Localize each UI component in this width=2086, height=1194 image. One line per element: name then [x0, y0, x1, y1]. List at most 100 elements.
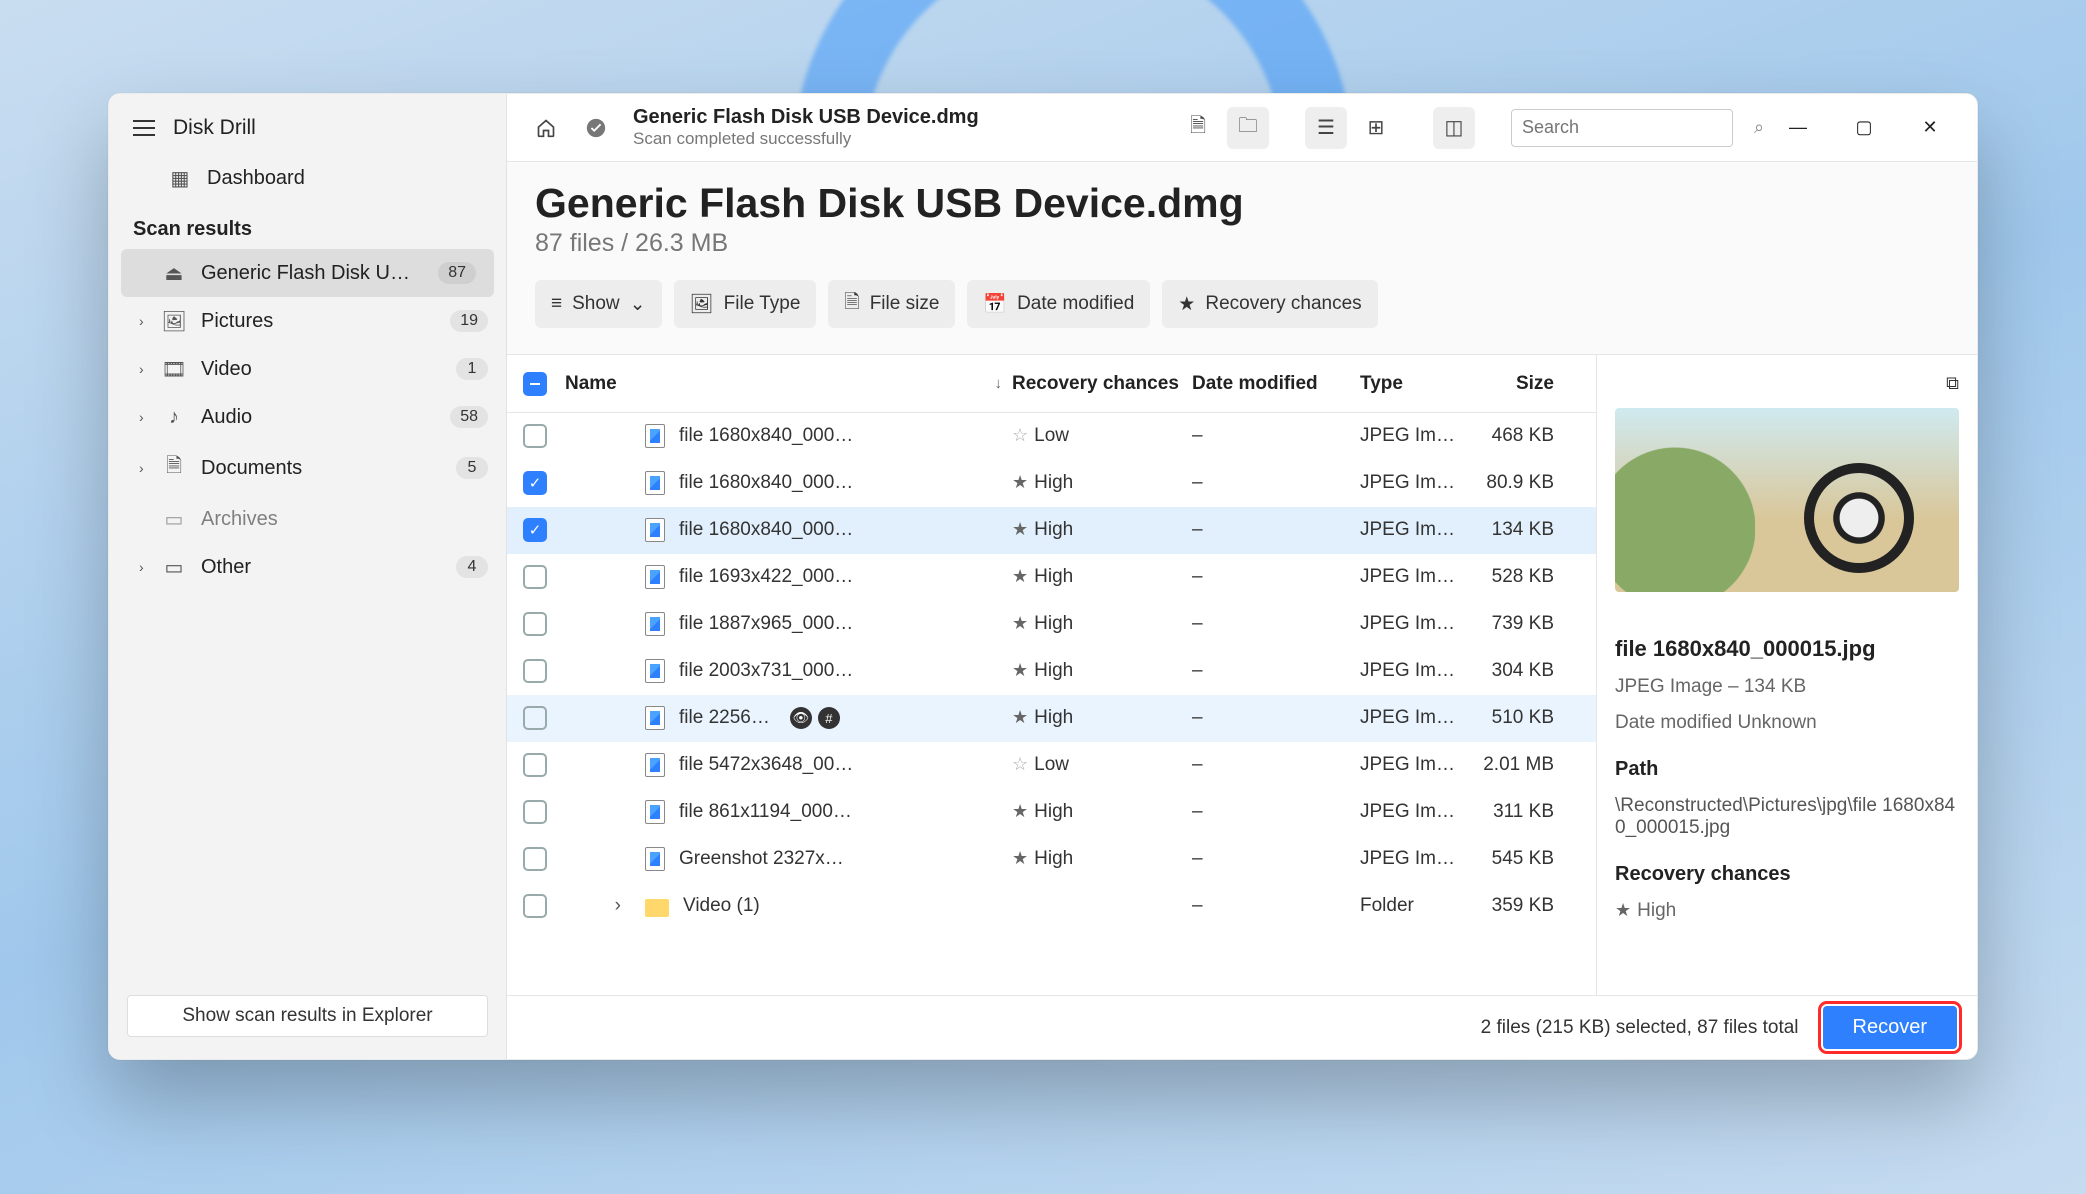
file-name: file 1680x840_000… [679, 519, 853, 541]
row-checkbox[interactable] [523, 612, 547, 636]
file-icon[interactable]: 🗎 [1177, 107, 1219, 149]
column-recovery[interactable]: Recovery chances [1012, 373, 1192, 395]
preview-meta: JPEG Image – 134 KB [1615, 676, 1959, 698]
menu-icon[interactable] [133, 120, 155, 136]
sidebar-item-audio[interactable]: ›♪Audio58 [109, 393, 506, 441]
sidebar-item-documents[interactable]: ›🗎Documents5 [109, 441, 506, 495]
home-icon[interactable] [525, 107, 567, 149]
row-checkbox[interactable] [523, 894, 547, 918]
filter-recovery-chances[interactable]: ★Recovery chances [1162, 280, 1377, 328]
size-cell: 510 KB [1470, 707, 1580, 729]
table-row[interactable]: file 1680x840_000…★High–JPEG Im…134 KB [507, 507, 1596, 554]
select-all-checkbox[interactable] [523, 372, 547, 396]
sidebar-item-label: Generic Flash Disk USB D… [201, 262, 422, 285]
date-cell: – [1192, 895, 1360, 917]
list-view-icon[interactable]: ☰ [1305, 107, 1347, 149]
star-icon: ★ [1012, 566, 1028, 586]
filter-file-size[interactable]: 🗎File size [828, 280, 955, 328]
sidebar-dashboard[interactable]: ▦ Dashboard [109, 154, 506, 202]
row-checkbox[interactable] [523, 471, 547, 495]
row-checkbox[interactable] [523, 424, 547, 448]
table-row[interactable]: file 2256…👁#★High–JPEG Im…510 KB [507, 695, 1596, 742]
sidebar-item-video[interactable]: ›🎞Video1 [109, 345, 506, 393]
file-name: Greenshot 2327x… [679, 848, 844, 870]
type-cell: JPEG Im… [1360, 519, 1470, 541]
star-icon: ★ [1012, 519, 1028, 539]
row-checkbox[interactable] [523, 706, 547, 730]
filter-file-type[interactable]: 🖼File Type [674, 280, 817, 328]
row-checkbox[interactable] [523, 659, 547, 683]
file-name: file 2256… [679, 707, 770, 729]
size-cell: 134 KB [1470, 519, 1580, 541]
row-checkbox[interactable] [523, 800, 547, 824]
file-name: Video (1) [683, 895, 760, 917]
file-table: Name ↓ Recovery chances Date modified Typ… [507, 355, 1597, 995]
sidebar-item-pictures[interactable]: ›🖼Pictures19 [109, 297, 506, 345]
table-row[interactable]: Greenshot 2327x…★High–JPEG Im…545 KB [507, 836, 1596, 883]
size-cell: 739 KB [1470, 613, 1580, 635]
row-checkbox[interactable] [523, 518, 547, 542]
search-input[interactable]: ⌕ [1511, 109, 1733, 147]
window-minimize[interactable]: — [1769, 109, 1827, 147]
preview-eye-icon[interactable]: 👁 [790, 707, 812, 729]
star-icon: ☆ [1012, 754, 1028, 774]
other-icon: ▭ [163, 555, 185, 580]
folder-icon[interactable]: 🗀 [1227, 107, 1269, 149]
size-cell: 2.01 MB [1470, 754, 1580, 776]
row-checkbox[interactable] [523, 753, 547, 777]
filter-date-modified[interactable]: 📅Date modified [967, 280, 1150, 328]
open-external-icon[interactable]: ⧉ [1946, 373, 1959, 394]
row-checkbox[interactable] [523, 847, 547, 871]
app-title: Disk Drill [173, 116, 256, 140]
chevron-right-icon[interactable]: › [615, 895, 621, 917]
sort-indicator-icon: ↓ [995, 375, 1013, 392]
column-name[interactable]: Name [565, 373, 617, 395]
table-row[interactable]: ›Video (1)–Folder359 KB [507, 883, 1596, 930]
grid-view-icon[interactable]: ⊞ [1355, 107, 1397, 149]
file-icon [645, 471, 665, 495]
sidebar-item-label: Documents [201, 457, 440, 480]
table-row[interactable]: file 861x1194_000…★High–JPEG Im…311 KB [507, 789, 1596, 836]
column-date[interactable]: Date modified [1192, 373, 1360, 395]
row-checkbox[interactable] [523, 565, 547, 589]
column-size[interactable]: Size [1470, 373, 1580, 395]
table-row[interactable]: file 1887x965_000…★High–JPEG Im…739 KB [507, 601, 1596, 648]
date-cell: – [1192, 754, 1360, 776]
table-row[interactable]: file 1680x840_000…★High–JPEG Im…80.9 KB [507, 460, 1596, 507]
breadcrumb-title: Generic Flash Disk USB Device.dmg [633, 106, 979, 129]
archive-icon: ▭ [163, 507, 185, 532]
table-row[interactable]: file 1680x840_000…☆Low–JPEG Im…468 KB [507, 413, 1596, 460]
file-name: file 1693x422_000… [679, 566, 853, 588]
preview-recovery-value: ★High [1615, 900, 1959, 922]
sidebar-item-other[interactable]: ›▭Other4 [109, 543, 506, 591]
chevron-right-icon: › [139, 460, 144, 476]
type-cell: JPEG Im… [1360, 801, 1470, 823]
hash-icon[interactable]: # [818, 707, 840, 729]
panel-toggle-icon[interactable]: ◫ [1433, 107, 1475, 149]
filter-show[interactable]: ≡Show⌄ [535, 280, 662, 328]
type-cell: JPEG Im… [1360, 660, 1470, 682]
sidebar-item-generic-flash-disk-usb-d-[interactable]: ⏏Generic Flash Disk USB D…87 [121, 249, 494, 297]
video-icon: 🎞 [163, 357, 185, 382]
footer: 2 files (215 KB) selected, 87 files tota… [507, 995, 1977, 1059]
size-cell: 468 KB [1470, 425, 1580, 447]
size-cell: 545 KB [1470, 848, 1580, 870]
column-type[interactable]: Type [1360, 373, 1470, 395]
show-in-explorer-button[interactable]: Show scan results in Explorer [127, 995, 488, 1037]
star-icon: ★ [1012, 801, 1028, 821]
file-icon [645, 847, 665, 871]
table-row[interactable]: file 5472x3648_00…☆Low–JPEG Im…2.01 MB [507, 742, 1596, 789]
size-cell: 359 KB [1470, 895, 1580, 917]
table-row[interactable]: file 1693x422_000…★High–JPEG Im…528 KB [507, 554, 1596, 601]
window-close[interactable]: ✕ [1901, 109, 1959, 147]
app-window: Disk Drill ▦ Dashboard Scan results ⏏Gen… [108, 93, 1978, 1060]
file-icon [645, 706, 665, 730]
sidebar-item-archives: ▭Archives [109, 495, 506, 543]
window-maximize[interactable]: ▢ [1835, 109, 1893, 147]
recover-button[interactable]: Recover [1823, 1006, 1957, 1049]
chevron-down-icon: ⌄ [630, 293, 646, 316]
table-row[interactable]: file 2003x731_000…★High–JPEG Im…304 KB [507, 648, 1596, 695]
document-icon: 🗎 [163, 451, 185, 485]
search-field[interactable] [1522, 117, 1754, 138]
star-icon: ★ [1012, 848, 1028, 868]
